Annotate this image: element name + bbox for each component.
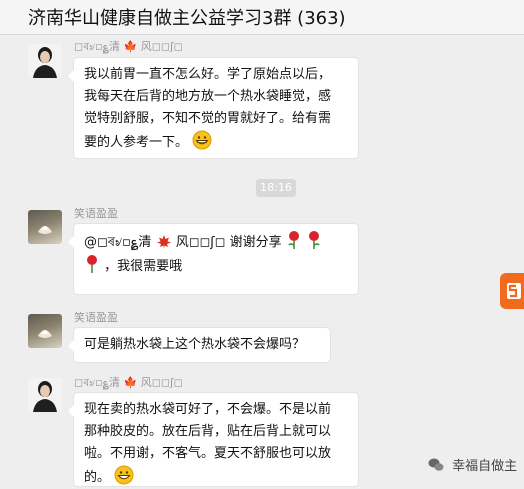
rose-icon: [87, 255, 97, 273]
avatar[interactable]: [28, 314, 62, 348]
timestamp: 18:16: [256, 179, 296, 197]
message-bubble[interactable]: @◻ৰ৶▫؏清 风◻◻ʃ◻ 谢谢分享 ，我很需要哦: [68, 224, 358, 294]
wechat-icon: [428, 458, 444, 471]
maple-leaf-icon: [156, 235, 171, 249]
grinning-face-icon: [192, 130, 212, 150]
avatar-lotus-icon: [38, 330, 52, 338]
message-line: 那种胶皮的。放在后背，贴在后背上就可以: [84, 424, 332, 439]
message-line: ，我很需要哦: [84, 254, 348, 278]
message-line-text: 要的人参考一下。: [84, 135, 189, 150]
sender-name: 笑语盈盈: [74, 311, 118, 324]
s-logo-icon: [507, 283, 521, 299]
message-line-text: 的。: [84, 470, 111, 485]
message-bubble[interactable]: 可是躺热水袋上这个热水袋不会爆吗？: [68, 328, 330, 362]
message-text: 可是躺热水袋上这个热水袋不会爆吗？: [84, 337, 306, 352]
group-title[interactable]: 济南华山健康自做主公益学习3群 (363): [28, 4, 346, 30]
sender-name: 笑语盈盈: [74, 207, 118, 220]
avatar-woman-icon: [28, 44, 62, 78]
message-bubble[interactable]: 现在卖的热水袋可好了，不会爆。不是以前 那种胶皮的。放在后背，贴在后背上就可以 …: [68, 393, 358, 489]
message-line: 现在卖的热水袋可好了，不会爆。不是以前: [84, 402, 332, 417]
mention-rest: 风◻◻ʃ◻: [175, 235, 226, 250]
avatar[interactable]: [28, 44, 62, 78]
grinning-face-icon: [114, 465, 134, 485]
side-float-badge[interactable]: [500, 273, 524, 309]
message-line: @◻ৰ৶▫؏清 风◻◻ʃ◻ 谢谢分享: [84, 230, 348, 254]
watermark-text: 幸福自做主: [452, 459, 518, 474]
message-line: 我每天在后背的地方放一个热水袋睡觉，感: [84, 89, 332, 104]
avatar-lotus-icon: [38, 226, 52, 234]
rose-icon: [288, 231, 299, 249]
watermark: 幸福自做主: [428, 455, 517, 474]
avatar[interactable]: [28, 378, 62, 412]
avatar[interactable]: [28, 210, 62, 244]
message-line: 觉特别舒服，不知不觉的胃就好了。给有需: [84, 111, 332, 126]
thanks-text: 谢谢分享: [229, 235, 282, 250]
message-line-with-emoji: 的。: [84, 465, 348, 489]
message-bubble[interactable]: 我以前胃一直不怎么好。学了原始点以后， 我每天在后背的地方放一个热水袋睡觉，感 …: [68, 58, 358, 158]
sender-name: ◻ৰ৶▫؏清 🍁 风◻◻ʃ◻: [74, 40, 183, 53]
chat-header: 济南华山健康自做主公益学习3群 (363): [0, 0, 524, 35]
message-line: 啦。不用谢，不客气。夏天不舒服也可以放: [84, 446, 332, 461]
avatar-woman-icon: [28, 378, 62, 412]
message-line-text: ，我很需要哦: [104, 259, 183, 274]
sender-name: ◻ৰ৶▫؏清 🍁 风◻◻ʃ◻: [74, 376, 183, 389]
message-line-with-emoji: 要的人参考一下。: [84, 130, 348, 154]
rose-icon: [308, 231, 320, 249]
mention-text[interactable]: @◻ৰ৶▫؏清: [84, 235, 151, 250]
message-line: 我以前胃一直不怎么好。学了原始点以后，: [84, 67, 332, 82]
